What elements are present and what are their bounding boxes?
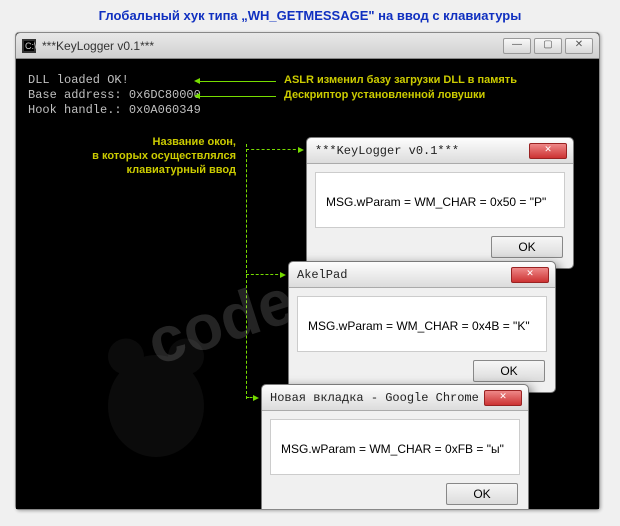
dialog-footer: OK: [262, 483, 528, 509]
window-buttons: — ▢ ✕: [503, 38, 593, 54]
annotation-windowname: Название окон, в которых осуществлялся к…: [66, 135, 236, 177]
dashed-connector: [246, 274, 283, 275]
arrow-icon: [196, 96, 276, 97]
ok-button[interactable]: OK: [473, 360, 545, 382]
annotation-line: клавиатурный ввод: [66, 163, 236, 177]
dialog-message: MSG.wParam = WM_CHAR = 0xFB = "ы": [270, 419, 520, 475]
dialog-close-button[interactable]: ✕: [484, 390, 522, 406]
annotation-line: Название окон,: [66, 135, 236, 149]
svg-text:C:\: C:\: [25, 41, 36, 51]
dashed-connector: [246, 149, 301, 150]
message-dialog-3: Новая вкладка - Google Chrome ✕ MSG.wPar…: [261, 384, 529, 509]
close-button[interactable]: ✕: [565, 38, 593, 54]
dashed-connector: [246, 397, 256, 398]
annotation-aslr: ASLR изменил базу загрузки DLL в память: [284, 74, 517, 86]
page-title: Глобальный хук типа „WH_GETMESSAGE" на в…: [0, 0, 620, 29]
console-line: Hook handle.: 0x0A060349: [28, 103, 587, 118]
ok-button[interactable]: OK: [491, 236, 563, 258]
ok-button[interactable]: OK: [446, 483, 518, 505]
annotation-hook: Дескриптор установленной ловушки: [284, 89, 485, 101]
dialog-message: MSG.wParam = WM_CHAR = 0x4B = "K": [297, 296, 547, 352]
console-window: C:\ ***KeyLogger v0.1*** — ▢ ✕ DLL loade…: [15, 32, 600, 510]
dialog-title: Новая вкладка - Google Chrome: [268, 391, 484, 405]
dialog-close-button[interactable]: ✕: [529, 143, 567, 159]
dialog-titlebar: ***KeyLogger v0.1*** ✕: [307, 138, 573, 164]
message-dialog-2: AkelPad ✕ MSG.wParam = WM_CHAR = 0x4B = …: [288, 261, 556, 393]
dashed-connector: [246, 144, 247, 399]
maximize-button[interactable]: ▢: [534, 38, 562, 54]
dialog-title: AkelPad: [295, 268, 511, 282]
minimize-button[interactable]: —: [503, 38, 531, 54]
console-body: DLL loaded OK! Base address: 0x6DC80000 …: [16, 59, 599, 509]
dialog-close-button[interactable]: ✕: [511, 267, 549, 283]
dialog-titlebar: AkelPad ✕: [289, 262, 555, 288]
annotation-line: в которых осуществлялся: [66, 149, 236, 163]
console-titlebar: C:\ ***KeyLogger v0.1*** — ▢ ✕: [16, 33, 599, 59]
message-dialog-1: ***KeyLogger v0.1*** ✕ MSG.wParam = WM_C…: [306, 137, 574, 269]
dialog-title: ***KeyLogger v0.1***: [313, 144, 529, 158]
console-title: ***KeyLogger v0.1***: [42, 39, 503, 53]
dialog-titlebar: Новая вкладка - Google Chrome ✕: [262, 385, 528, 411]
bear-watermark-icon: [76, 319, 236, 469]
dialog-message: MSG.wParam = WM_CHAR = 0x50 = "P": [315, 172, 565, 228]
arrow-icon: [196, 81, 276, 82]
app-icon: C:\: [22, 39, 36, 53]
